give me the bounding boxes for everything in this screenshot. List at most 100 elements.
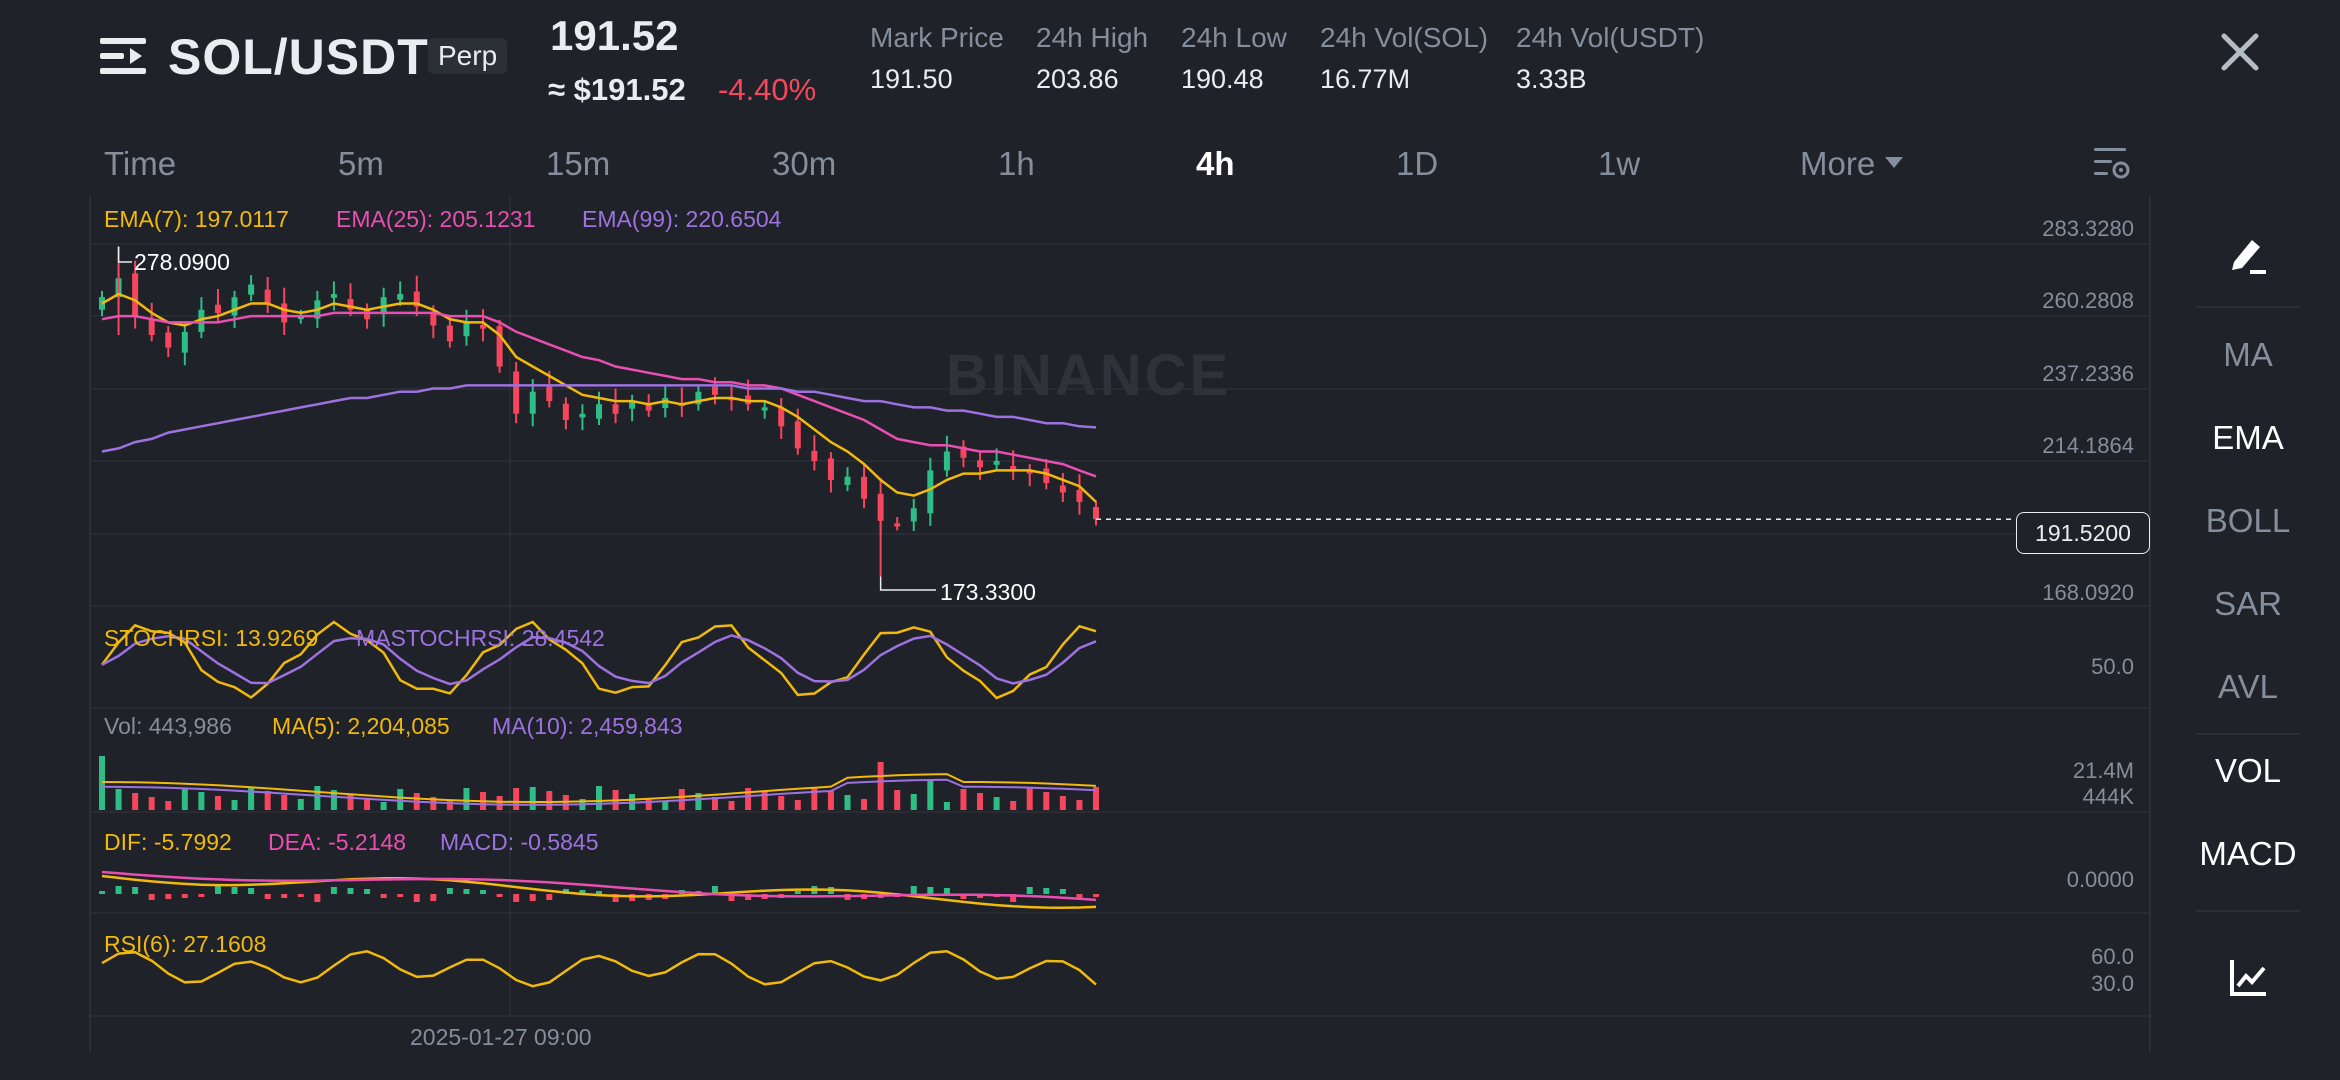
binance-watermark: BINANCE bbox=[946, 343, 1232, 408]
candle-body bbox=[579, 413, 586, 418]
volume-bar bbox=[778, 796, 785, 810]
draw-pen-icon[interactable] bbox=[2226, 232, 2270, 276]
macd-histogram-bar bbox=[446, 888, 453, 894]
volume-bar bbox=[960, 789, 967, 810]
volume-bar bbox=[927, 780, 934, 810]
candle-body bbox=[778, 407, 785, 427]
macd-histogram-bar bbox=[513, 894, 520, 902]
candle-body bbox=[165, 332, 172, 348]
macd-histogram-bar bbox=[927, 887, 934, 894]
volume-bar bbox=[513, 788, 520, 810]
volume-bar bbox=[181, 788, 188, 810]
macd-histogram-bar bbox=[99, 891, 105, 894]
price-axis-label: 214.1864 bbox=[2042, 433, 2134, 458]
macd-histogram-bar bbox=[264, 894, 271, 899]
candle-body bbox=[446, 325, 453, 342]
indicator-ma[interactable]: MA bbox=[2196, 336, 2300, 374]
side-divider bbox=[2196, 306, 2300, 308]
volume-bar bbox=[596, 786, 602, 810]
macd-histogram-bar bbox=[413, 894, 420, 902]
candle-body bbox=[181, 331, 188, 353]
candle-body bbox=[513, 371, 520, 414]
dea-label: DEA: -5.2148 bbox=[268, 829, 407, 855]
volume-bar bbox=[281, 795, 288, 810]
candle-body bbox=[711, 386, 718, 395]
candle-body bbox=[132, 273, 139, 317]
kline-chart[interactable] bbox=[0, 0, 2340, 1080]
stoch-axis-label: 50.0 bbox=[2091, 654, 2134, 679]
volume-bar bbox=[794, 800, 801, 810]
indicator-vol[interactable]: VOL bbox=[2196, 752, 2300, 790]
rsi6-label: RSI(6): 27.1608 bbox=[104, 931, 267, 957]
volume-bar bbox=[380, 802, 387, 810]
candle-body bbox=[596, 404, 602, 419]
volume-bar bbox=[728, 801, 735, 810]
candle-body bbox=[1059, 485, 1066, 493]
volume-bar bbox=[662, 802, 669, 810]
indicator-macd[interactable]: MACD bbox=[2196, 835, 2300, 873]
candle-body bbox=[397, 294, 404, 300]
candle-body bbox=[281, 303, 288, 323]
candle-body bbox=[927, 470, 934, 514]
price-axis-label: 168.0920 bbox=[2042, 580, 2134, 605]
vol-axis-label: 444K bbox=[2082, 784, 2134, 809]
volume-bar bbox=[546, 791, 553, 810]
candle-body bbox=[993, 460, 1000, 465]
volume-bar bbox=[1010, 801, 1017, 810]
candle-body bbox=[463, 322, 470, 337]
volume-bar bbox=[1026, 788, 1033, 810]
macd-histogram-bar bbox=[314, 894, 321, 902]
macd-histogram-bar bbox=[794, 891, 801, 894]
macd-histogram-bar bbox=[1043, 888, 1050, 894]
macd-histogram-bar bbox=[910, 886, 917, 894]
volume-bar bbox=[148, 797, 155, 810]
candle-body bbox=[1043, 468, 1050, 484]
macd-histogram-bar bbox=[132, 887, 139, 894]
low-marker-label: 173.3300 bbox=[940, 579, 1036, 605]
indicator-boll[interactable]: BOLL bbox=[2196, 502, 2300, 540]
volume-bar bbox=[165, 801, 172, 810]
candle-body bbox=[844, 476, 851, 485]
macd-histogram-bar bbox=[165, 894, 172, 899]
macd-histogram-bar bbox=[430, 894, 437, 901]
macd-histogram-bar bbox=[529, 894, 536, 901]
volume-bar bbox=[811, 787, 818, 810]
rsi-axis-label: 30.0 bbox=[2091, 971, 2134, 996]
macd-histogram-bar bbox=[330, 887, 337, 894]
candle-body bbox=[248, 284, 255, 295]
volume-bar bbox=[115, 789, 122, 810]
candle-body bbox=[943, 451, 950, 471]
high-marker-line bbox=[117, 246, 132, 263]
candle-body bbox=[546, 386, 553, 402]
volume-bar bbox=[1076, 800, 1083, 810]
low-marker-line bbox=[879, 576, 936, 591]
side-divider bbox=[2196, 910, 2300, 912]
volume-bar bbox=[198, 792, 205, 810]
macd-histogram-bar bbox=[397, 894, 404, 897]
candle-body bbox=[529, 391, 536, 414]
volume-bar bbox=[529, 787, 536, 810]
macd-histogram-bar bbox=[1059, 889, 1066, 894]
candle-body bbox=[364, 309, 371, 320]
volume-bar bbox=[132, 793, 139, 810]
candle-body bbox=[1093, 506, 1099, 520]
chart-type-icon[interactable] bbox=[2228, 956, 2270, 998]
candle-body bbox=[861, 476, 868, 499]
volume-bar bbox=[1043, 792, 1050, 810]
macd-histogram-bar bbox=[297, 894, 304, 897]
candle-body bbox=[761, 407, 768, 411]
candle-body bbox=[214, 304, 221, 313]
indicator-sar[interactable]: SAR bbox=[2196, 585, 2300, 623]
candle-body bbox=[977, 460, 984, 468]
vol-ma10-label: MA(10): 2,459,843 bbox=[492, 713, 683, 739]
macd-histogram-bar bbox=[1093, 894, 1099, 897]
volume-bar bbox=[894, 790, 901, 810]
macd-histogram-bar bbox=[596, 891, 602, 894]
indicator-ema[interactable]: EMA bbox=[2196, 419, 2300, 457]
macd-histogram-bar bbox=[231, 887, 238, 894]
candle-body bbox=[827, 458, 834, 480]
volume-bar bbox=[248, 787, 255, 810]
indicator-avl[interactable]: AVL bbox=[2196, 668, 2300, 706]
macd-histogram-bar bbox=[198, 894, 205, 897]
macd-histogram-bar bbox=[1026, 887, 1033, 894]
